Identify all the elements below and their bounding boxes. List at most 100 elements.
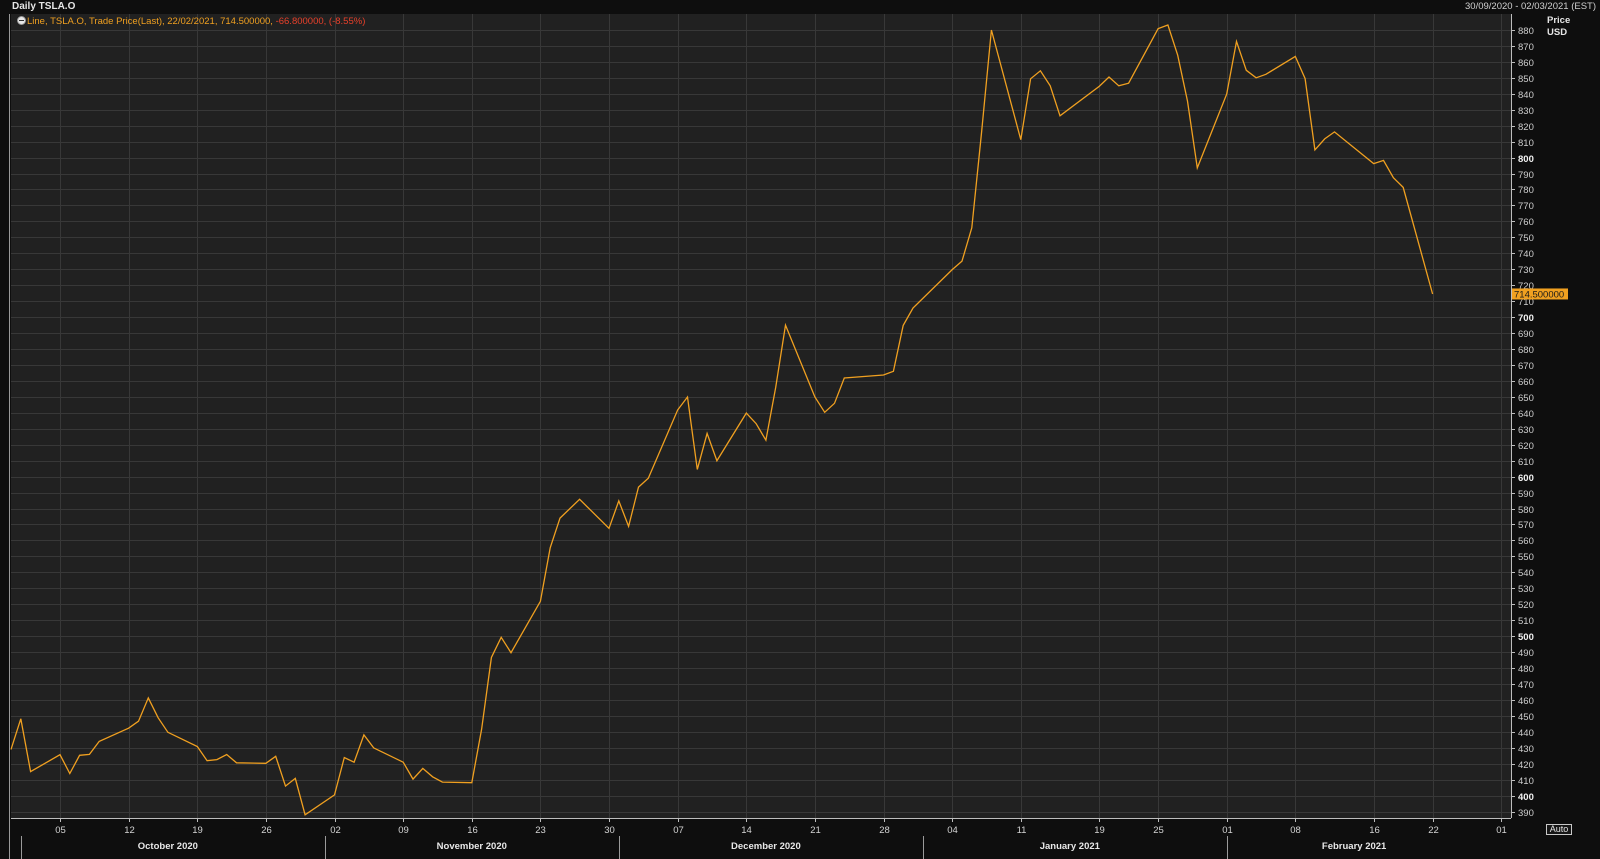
data-point[interactable] [235, 761, 238, 764]
data-point[interactable] [372, 746, 375, 749]
data-point[interactable] [912, 307, 915, 310]
series-legend[interactable]: Line, TSLA.O, Trade Price(Last), 22/02/2… [17, 15, 365, 28]
data-point[interactable] [676, 408, 679, 411]
data-point[interactable] [686, 396, 689, 399]
data-point[interactable] [1382, 159, 1385, 162]
data-point[interactable] [715, 459, 718, 462]
data-point[interactable] [78, 754, 81, 757]
data-point[interactable] [1196, 166, 1199, 169]
data-point[interactable] [274, 755, 277, 758]
data-point[interactable] [1392, 176, 1395, 179]
data-point[interactable] [774, 386, 777, 389]
data-point[interactable] [813, 396, 816, 399]
data-point[interactable] [166, 731, 169, 734]
data-point[interactable] [353, 761, 356, 764]
data-point[interactable] [441, 781, 444, 784]
data-point[interactable] [1225, 93, 1228, 96]
data-point[interactable] [304, 813, 307, 816]
data-point[interactable] [1117, 84, 1120, 87]
data-point[interactable] [1157, 27, 1160, 30]
data-point[interactable] [647, 477, 650, 480]
data-point[interactable] [431, 775, 434, 778]
data-point[interactable] [1255, 76, 1258, 79]
data-point[interactable] [412, 778, 415, 781]
data-point[interactable] [19, 717, 22, 720]
data-point[interactable] [421, 767, 424, 770]
data-point[interactable] [1166, 24, 1169, 27]
data-point[interactable] [490, 656, 493, 659]
legend-toggle-icon[interactable] [17, 16, 26, 25]
data-point[interactable] [402, 761, 405, 764]
data-point[interactable] [1333, 130, 1336, 133]
data-point[interactable] [617, 499, 620, 502]
data-point[interactable] [196, 745, 199, 748]
data-point[interactable] [1264, 73, 1267, 76]
data-point[interactable] [1059, 114, 1062, 117]
data-point[interactable] [264, 762, 267, 765]
data-point[interactable] [10, 748, 13, 751]
data-point[interactable] [1098, 85, 1101, 88]
data-point[interactable] [559, 517, 562, 520]
data-point[interactable] [1245, 69, 1248, 72]
data-point[interactable] [539, 600, 542, 603]
data-point[interactable] [137, 720, 140, 723]
data-point[interactable] [206, 759, 209, 762]
data-point[interactable] [480, 728, 483, 731]
data-point[interactable] [608, 527, 611, 530]
data-point[interactable] [1313, 148, 1316, 151]
data-point[interactable] [627, 525, 630, 528]
line-chart[interactable]: 05 12 19 26 02 09 16 23 30 07 14 21 28 04 11 19 25 01 08 16… [0, 0, 1600, 859]
data-point[interactable] [1127, 82, 1130, 85]
data-point[interactable] [1431, 293, 1434, 296]
data-point[interactable] [1019, 138, 1022, 141]
data-point[interactable] [755, 422, 758, 425]
data-point[interactable] [88, 753, 91, 756]
data-point[interactable] [157, 716, 160, 719]
auto-scale-button[interactable]: Auto [1546, 824, 1572, 835]
data-point[interactable] [68, 772, 71, 775]
data-point[interactable] [696, 468, 699, 471]
data-point[interactable] [1372, 162, 1375, 165]
data-point[interactable] [225, 753, 228, 756]
data-point[interactable] [343, 756, 346, 759]
data-point[interactable] [764, 439, 767, 442]
data-point[interactable] [1323, 137, 1326, 140]
data-point[interactable] [1402, 186, 1405, 189]
data-point[interactable] [823, 411, 826, 414]
data-point[interactable] [1039, 69, 1042, 72]
data-point[interactable] [147, 696, 150, 699]
data-point[interactable] [549, 546, 552, 549]
data-point[interactable] [843, 377, 846, 380]
data-point[interactable] [294, 777, 297, 780]
data-point[interactable] [98, 740, 101, 743]
data-point[interactable] [1235, 40, 1238, 43]
data-point[interactable] [1049, 84, 1052, 87]
data-point[interactable] [1029, 77, 1032, 80]
data-point[interactable] [970, 226, 973, 229]
data-point[interactable] [1294, 55, 1297, 58]
data-point[interactable] [990, 29, 993, 32]
data-point[interactable] [1186, 100, 1189, 103]
data-point[interactable] [500, 636, 503, 639]
data-point[interactable] [333, 793, 336, 796]
data-point[interactable] [29, 770, 32, 773]
data-point[interactable] [706, 432, 709, 435]
data-point[interactable] [637, 486, 640, 489]
data-point[interactable] [951, 268, 954, 271]
data-point[interactable] [362, 733, 365, 736]
data-point[interactable] [1304, 77, 1307, 80]
data-point[interactable] [215, 758, 218, 761]
data-point[interactable] [1176, 54, 1179, 57]
data-point[interactable] [833, 402, 836, 405]
data-point[interactable] [892, 370, 895, 373]
data-point[interactable] [510, 651, 513, 654]
data-point[interactable] [59, 753, 62, 756]
data-point[interactable] [902, 324, 905, 327]
data-point[interactable] [745, 412, 748, 415]
data-point[interactable] [784, 324, 787, 327]
data-point[interactable] [127, 727, 130, 730]
data-point[interactable] [578, 498, 581, 501]
data-point[interactable] [284, 785, 287, 788]
data-point[interactable] [470, 781, 473, 784]
data-point[interactable] [961, 260, 964, 263]
